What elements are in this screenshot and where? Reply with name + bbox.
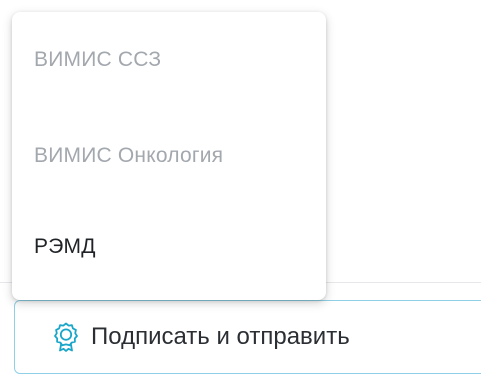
menu-item-label: ВИМИС Онкология bbox=[34, 144, 224, 167]
menu-item-vimis-ssz: ВИМИС ССЗ bbox=[12, 12, 326, 108]
menu-item-remd[interactable]: РЭМД bbox=[12, 199, 326, 295]
menu-item-vimis-oncology: ВИМИС Онкология bbox=[12, 108, 326, 204]
sign-and-send-label: Подписать и отправить bbox=[91, 323, 350, 350]
menu-item-label: ВИМИС ССЗ bbox=[34, 48, 162, 71]
certificate-badge-icon bbox=[53, 322, 79, 352]
sign-and-send-button[interactable]: Подписать и отправить bbox=[14, 300, 481, 374]
send-options-dropdown: ВИМИС ССЗ ВИМИС Онкология РЭМД bbox=[12, 12, 326, 300]
menu-item-label: РЭМД bbox=[34, 235, 96, 258]
page: ВИМИС ССЗ ВИМИС Онкология РЭМД Подписать… bbox=[0, 0, 481, 376]
